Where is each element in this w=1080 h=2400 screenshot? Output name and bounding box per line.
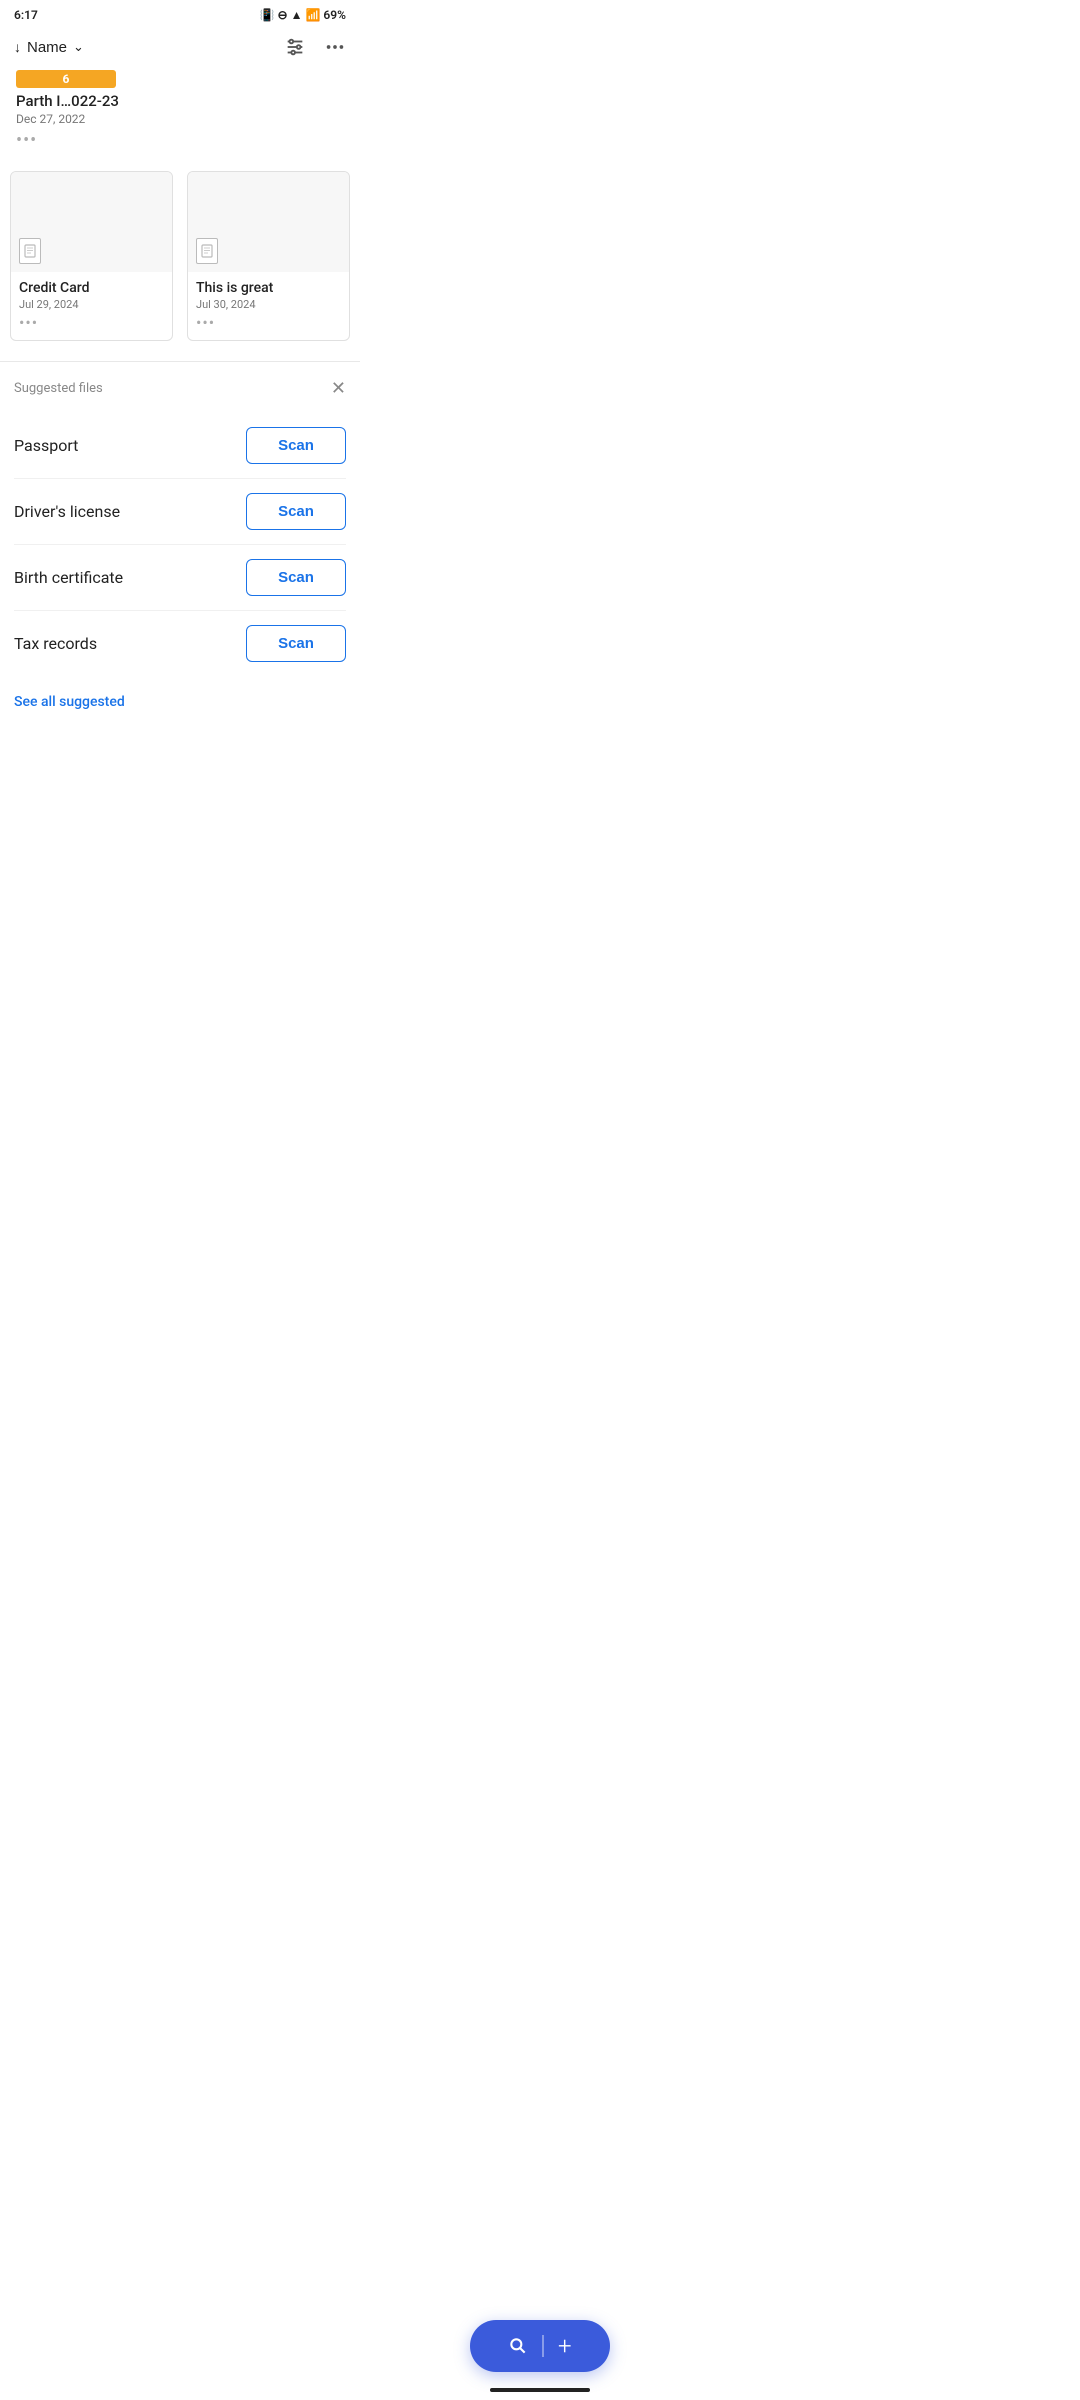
- see-all-link[interactable]: See all suggested: [14, 694, 125, 710]
- fab-search-icon: [508, 2336, 528, 2356]
- bottom-fab[interactable]: +: [470, 2320, 610, 2372]
- doc-icon-0: [19, 238, 41, 264]
- file-wide-title: Parth I…022-23: [16, 92, 344, 110]
- file-wide-date: Dec 27, 2022: [16, 112, 344, 126]
- file-badge: 6: [16, 70, 116, 88]
- toolbar: ↓ Name ⌄: [0, 26, 360, 66]
- file-card-thumb-0: [11, 172, 172, 272]
- file-card-thumb-1: [188, 172, 349, 272]
- dnd-icon: ⊖: [278, 8, 288, 22]
- suggested-row-3: Tax records Scan: [14, 611, 346, 676]
- doc-icon-1: [196, 238, 218, 264]
- bottom-nav-line: [490, 2388, 590, 2392]
- vibrate-icon: 📳: [260, 8, 275, 22]
- fab-divider: [542, 2335, 544, 2357]
- scan-button-2[interactable]: Scan: [246, 559, 346, 596]
- status-time: 6:17: [14, 8, 38, 22]
- scan-button-3[interactable]: Scan: [246, 625, 346, 662]
- file-card-1[interactable]: This is great Jul 30, 2024 •••: [187, 171, 350, 341]
- suggested-row-2: Birth certificate Scan: [14, 545, 346, 611]
- close-icon: ✕: [331, 378, 346, 399]
- more-button[interactable]: [324, 36, 346, 58]
- file-card-title-1: This is great: [196, 280, 341, 296]
- file-card-dots-0: •••: [19, 313, 164, 336]
- sort-button[interactable]: ↓ Name ⌄: [14, 39, 84, 56]
- battery-icon: 69%: [323, 8, 346, 22]
- file-card-date-0: Jul 29, 2024: [19, 298, 164, 311]
- scan-button-1[interactable]: Scan: [246, 493, 346, 530]
- file-item-wide[interactable]: 6 Parth I…022-23 Dec 27, 2022 •••: [10, 66, 350, 159]
- suggested-name-2: Birth certificate: [14, 568, 123, 587]
- sort-label: Name: [27, 39, 67, 56]
- signal-icon: 📶: [305, 8, 320, 22]
- sort-down-icon: ↓: [14, 39, 21, 55]
- suggested-close-button[interactable]: ✕: [331, 378, 346, 399]
- file-card-date-1: Jul 30, 2024: [196, 298, 341, 311]
- file-wide-dots: •••: [16, 130, 344, 151]
- file-card-0[interactable]: Credit Card Jul 29, 2024 •••: [10, 171, 173, 341]
- file-card-dots-1: •••: [196, 313, 341, 336]
- status-bar: 6:17 📳 ⊖ ▲ 📶 69%: [0, 0, 360, 26]
- file-card-info-0: Credit Card Jul 29, 2024 •••: [11, 272, 172, 340]
- suggested-section: Suggested files ✕ Passport Scan Driver's…: [0, 362, 360, 750]
- suggested-row-0: Passport Scan: [14, 413, 346, 479]
- sort-chevron-icon: ⌄: [73, 39, 84, 55]
- suggested-name-1: Driver's license: [14, 502, 120, 521]
- file-grid: 6 Parth I…022-23 Dec 27, 2022 ••• Credit…: [0, 66, 360, 357]
- scan-button-0[interactable]: Scan: [246, 427, 346, 464]
- suggested-row-1: Driver's license Scan: [14, 479, 346, 545]
- toolbar-icons: [284, 36, 346, 58]
- file-row: Credit Card Jul 29, 2024 ••• This is gre…: [10, 171, 350, 341]
- wifi-icon: ▲: [291, 8, 303, 22]
- suggested-name-0: Passport: [14, 436, 78, 455]
- file-card-title-0: Credit Card: [19, 280, 164, 296]
- filter-button[interactable]: [284, 36, 306, 58]
- fab-plus-icon: +: [558, 2332, 572, 2360]
- suggested-header: Suggested files ✕: [14, 378, 346, 399]
- status-icons: 📳 ⊖ ▲ 📶 69%: [260, 8, 346, 22]
- bottom-fab-wrapper: +: [470, 2320, 610, 2372]
- suggested-name-3: Tax records: [14, 634, 97, 653]
- suggested-title: Suggested files: [14, 381, 103, 396]
- file-card-info-1: This is great Jul 30, 2024 •••: [188, 272, 349, 340]
